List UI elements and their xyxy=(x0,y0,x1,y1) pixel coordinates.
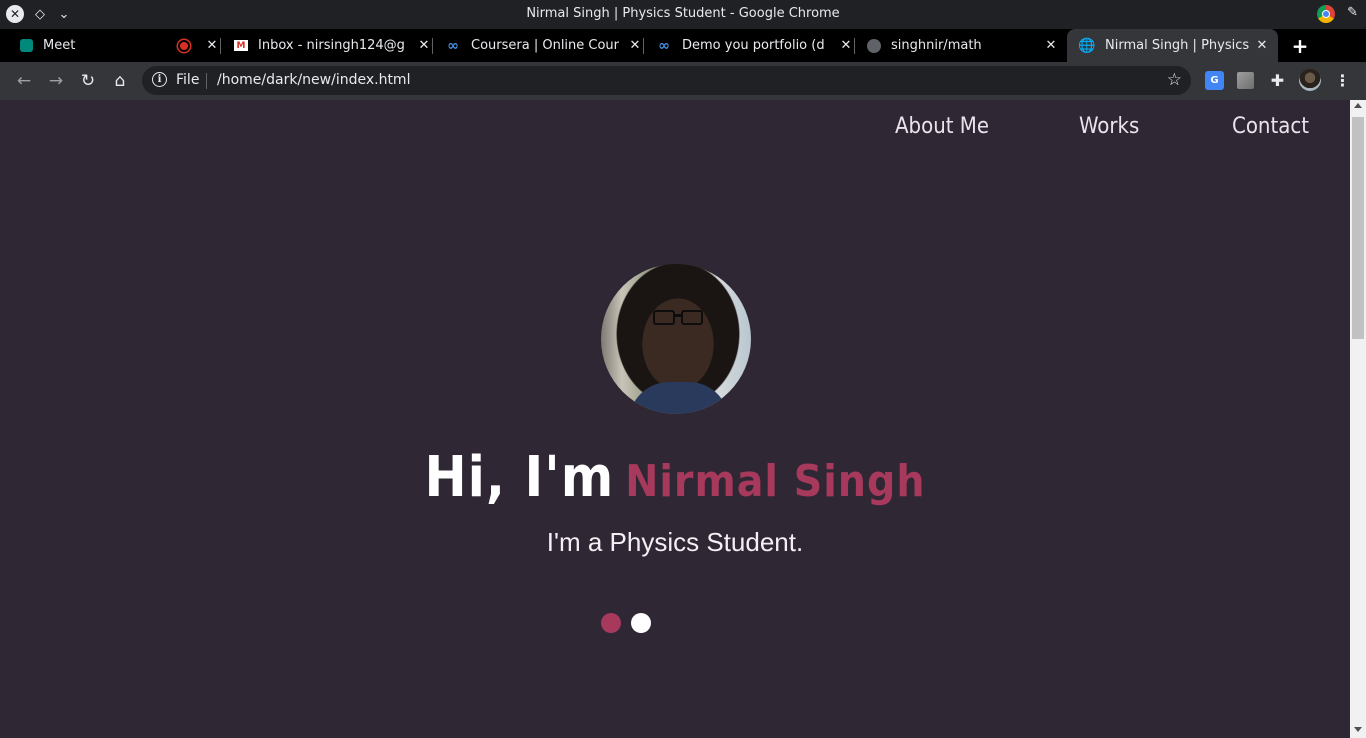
recording-icon xyxy=(178,39,190,52)
coursera-icon: ∞ xyxy=(447,37,459,54)
close-tab-icon[interactable]: ✕ xyxy=(204,38,220,53)
gmail-icon: M xyxy=(234,40,248,51)
window-title: Nirmal Singh | Physics Student - Google … xyxy=(526,6,840,21)
close-tab-icon[interactable]: ✕ xyxy=(1254,38,1270,53)
hero-heading: Hi, I'm Nirmal Singh xyxy=(0,445,1350,510)
photo-glasses-right xyxy=(681,310,703,325)
nav-about-me[interactable]: About Me xyxy=(895,114,989,139)
nav-contact[interactable]: Contact xyxy=(1232,114,1309,139)
info-icon[interactable]: i xyxy=(152,72,167,87)
forward-arrow-icon[interactable]: → xyxy=(45,70,67,92)
close-tab-icon[interactable]: ✕ xyxy=(838,38,854,53)
tab-label: Demo you portfolio (d xyxy=(682,38,825,53)
url-text[interactable]: /home/dark/new/index.html xyxy=(217,72,410,88)
tab-separator xyxy=(854,38,855,54)
photo-glasses-bridge xyxy=(674,314,682,317)
nav-works[interactable]: Works xyxy=(1079,114,1139,139)
scroll-up-arrow-icon[interactable] xyxy=(1354,103,1362,108)
tab-github[interactable]: singhnir/math ✕ xyxy=(867,29,1059,62)
close-tab-icon[interactable]: ✕ xyxy=(416,38,432,53)
tab-strip: Meet ✕ M Inbox - nirsingh124@g ✕ ∞ Cours… xyxy=(0,29,1366,62)
home-icon[interactable]: ⌂ xyxy=(109,70,131,92)
new-tab-button[interactable]: + xyxy=(1290,29,1310,62)
meet-icon xyxy=(20,39,33,52)
scroll-down-arrow-icon[interactable] xyxy=(1354,727,1362,732)
extensions-puzzle-icon[interactable]: ✚ xyxy=(1268,71,1287,90)
hero-name: Nirmal Singh xyxy=(625,456,926,507)
tab-coursera[interactable]: ∞ Coursera | Online Cour ✕ xyxy=(445,29,644,62)
profile-photo xyxy=(601,264,751,414)
photo-shirt xyxy=(629,382,729,414)
back-arrow-icon[interactable]: ← xyxy=(13,70,35,92)
tab-label: Nirmal Singh | Physics xyxy=(1105,38,1250,53)
tab-gmail[interactable]: M Inbox - nirsingh124@g ✕ xyxy=(234,29,433,62)
profile-avatar-icon[interactable] xyxy=(1299,69,1321,91)
pin-icon[interactable]: ✎ xyxy=(1347,5,1358,20)
slide-indicator xyxy=(601,613,651,633)
chrome-logo-icon xyxy=(1317,5,1335,23)
hero-subtitle: I'm a Physics Student. xyxy=(546,527,804,557)
coursera-icon: ∞ xyxy=(658,37,670,54)
tab-separator xyxy=(220,38,221,54)
tab-label: Meet xyxy=(43,38,76,53)
slide-dot-1[interactable] xyxy=(601,613,621,633)
close-tab-icon[interactable]: ✕ xyxy=(627,38,643,53)
window-title-bar: ✕ ◇ ⌄ Nirmal Singh | Physics Student - G… xyxy=(0,0,1366,29)
extension-square-icon[interactable] xyxy=(1237,72,1254,89)
address-divider xyxy=(206,73,207,89)
github-icon xyxy=(867,38,881,53)
kebab-menu-icon[interactable]: ⋮ xyxy=(1333,71,1352,90)
scheme-label: File xyxy=(176,72,200,88)
slide-dot-2[interactable] xyxy=(631,613,651,633)
page-scrollbar[interactable] xyxy=(1350,100,1366,738)
scrollbar-thumb[interactable] xyxy=(1352,117,1364,339)
tab-demo-portfolio[interactable]: ∞ Demo you portfolio (d ✕ xyxy=(656,29,855,62)
translate-extension-icon[interactable]: G xyxy=(1205,71,1224,90)
tab-meet[interactable]: Meet ✕ xyxy=(20,29,221,62)
tab-label: Coursera | Online Cour xyxy=(471,38,620,53)
globe-icon: 🌐 xyxy=(1078,37,1096,54)
page-viewport: About Me Works Contact Hi, I'm Nirmal Si… xyxy=(0,100,1350,738)
tab-separator xyxy=(432,38,433,54)
tab-label: singhnir/math xyxy=(891,38,982,53)
photo-glasses-left xyxy=(653,310,675,325)
bookmark-star-icon[interactable]: ☆ xyxy=(1167,70,1182,90)
address-bar[interactable]: i File /home/dark/new/index.html ☆ xyxy=(142,66,1191,95)
tab-portfolio-active[interactable]: 🌐 Nirmal Singh | Physics ✕ xyxy=(1067,29,1278,62)
close-tab-icon[interactable]: ✕ xyxy=(1043,38,1059,53)
reload-icon[interactable]: ↻ xyxy=(77,70,99,92)
browser-toolbar: ← → ↻ ⌂ i File /home/dark/new/index.html… xyxy=(0,62,1366,100)
tab-separator xyxy=(643,38,644,54)
tab-label: Inbox - nirsingh124@g xyxy=(258,38,405,53)
hero-greeting: Hi, I'm xyxy=(424,445,615,510)
